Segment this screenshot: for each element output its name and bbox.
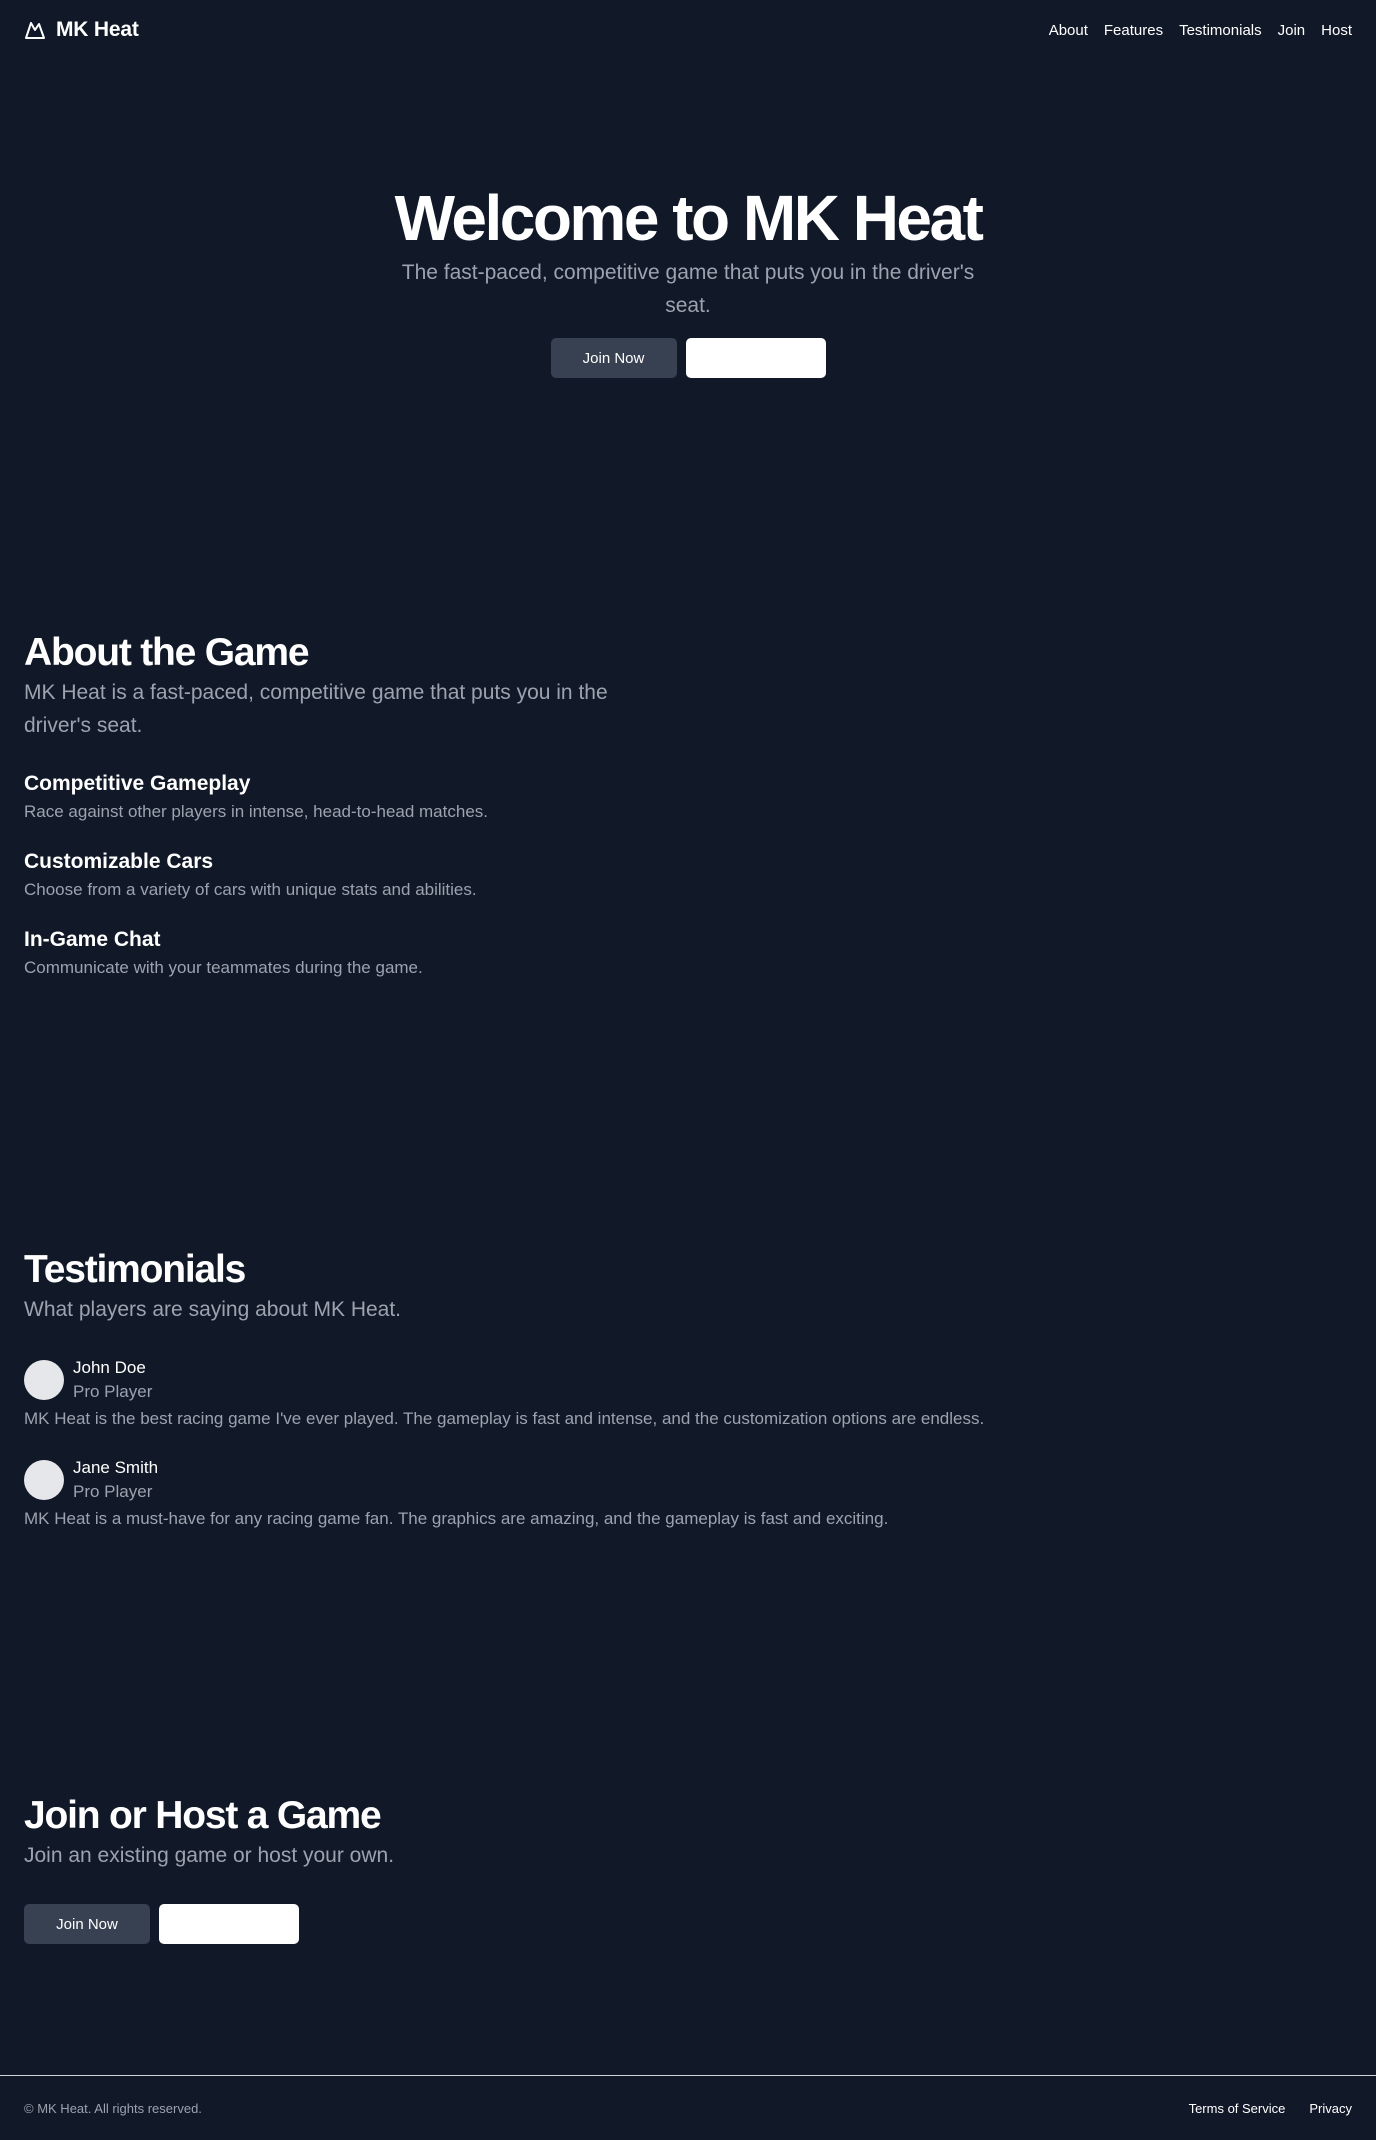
testimonials-section: Testimonials What players are saying abo… [24,1247,1124,1556]
join-buttons: Join Now [24,1904,724,1944]
testimonial-author: Jane Smith Pro Player [73,1456,158,1504]
main-nav: About Features Testimonials Join Host [1049,22,1352,39]
privacy-link[interactable]: Privacy [1309,2101,1352,2116]
site-footer: © MK Heat. All rights reserved. Terms of… [0,2075,1376,2140]
nav-join[interactable]: Join [1278,22,1306,39]
brand-name: MK Heat [56,18,139,41]
hero-secondary-button[interactable] [685,338,826,378]
testimonial-item: John Doe Pro Player MK Heat is the best … [24,1356,1124,1432]
author-role: Pro Player [73,1482,153,1501]
hero-section: Welcome to MK Heat The fast-paced, compe… [0,180,1376,378]
join-lead: Join an existing game or host your own. [24,1844,395,1867]
testimonial-list: John Doe Pro Player MK Heat is the best … [24,1356,1124,1532]
author-role: Pro Player [73,1382,153,1401]
feature-list: Competitive Gameplay Race against other … [24,770,684,980]
testimonial-author: John Doe Pro Player [73,1356,152,1404]
brand-link[interactable]: MK Heat [24,18,139,42]
page: MK Heat About Features Testimonials Join… [0,0,1376,2140]
feature-text: Choose from a variety of cars with uniqu… [24,880,477,899]
hero-subtitle: The fast-paced, competitive game that pu… [401,261,975,317]
nav-host[interactable]: Host [1321,22,1352,39]
testimonials-lead: What players are saying about MK Heat. [24,1298,402,1321]
feature-item: Competitive Gameplay Race against other … [24,770,684,824]
footer-nav: Terms of Service Privacy [1189,2101,1352,2116]
nav-about[interactable]: About [1049,22,1088,39]
about-section: About the Game MK Heat is a fast-paced, … [24,630,684,1004]
copyright-text: © MK Heat. All rights reserved. [24,2100,202,2116]
avatar [24,1360,64,1400]
join-secondary-button[interactable] [159,1904,299,1944]
terms-link[interactable]: Terms of Service [1189,2101,1286,2116]
join-section: Join or Host a Game Join an existing gam… [24,1793,724,1944]
feature-item: In-Game Chat Communicate with your teamm… [24,926,684,980]
testimonial-quote: MK Heat is the best racing game I've eve… [24,1409,985,1428]
feature-text: Communicate with your teammates during t… [24,958,423,977]
testimonial-item: Jane Smith Pro Player MK Heat is a must-… [24,1456,1124,1532]
join-now-button[interactable]: Join Now [24,1904,150,1944]
testimonial-quote: MK Heat is a must-have for any racing ga… [24,1509,889,1528]
author-name: Jane Smith [73,1458,159,1477]
testimonial-header: John Doe Pro Player [24,1356,1124,1404]
join-title: Join or Host a Game [24,1794,382,1837]
feature-title: Customizable Cars [24,850,214,873]
nav-testimonials[interactable]: Testimonials [1179,22,1262,39]
hero-join-button[interactable]: Join Now [550,338,677,378]
feature-title: In-Game Chat [24,928,161,951]
about-lead: MK Heat is a fast-paced, competitive gam… [24,681,608,737]
avatar [24,1460,64,1500]
hero-buttons: Join Now [0,338,1376,378]
author-name: John Doe [73,1358,146,1377]
mountain-icon [24,20,46,40]
site-header: MK Heat About Features Testimonials Join… [0,0,1376,60]
about-title: About the Game [24,631,310,674]
feature-title: Competitive Gameplay [24,772,251,795]
testimonials-title: Testimonials [24,1248,246,1291]
hero-title: Welcome to MK Heat [394,182,984,254]
nav-features[interactable]: Features [1104,22,1163,39]
testimonial-header: Jane Smith Pro Player [24,1456,1124,1504]
feature-item: Customizable Cars Choose from a variety … [24,848,684,902]
feature-text: Race against other players in intense, h… [24,802,488,821]
